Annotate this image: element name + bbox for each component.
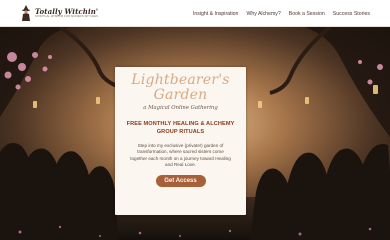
brand-logo[interactable]: Totally Witchin' Spiritual Wisdom for Mo… (20, 0, 98, 27)
brand-name: Totally Witchin' (35, 6, 99, 16)
hero-section: Lightbearer's Garden a Magical Online Ga… (0, 27, 390, 240)
hero-description: Step into my exclusive (private!) garden… (130, 143, 231, 168)
nav-insight-inspiration[interactable]: Insight & Inspiration (193, 11, 239, 17)
witch-silhouette-icon (22, 5, 30, 21)
get-access-button[interactable]: Get Access (155, 174, 206, 187)
hero-subtitle: a Magical Online Gathering (143, 105, 218, 111)
hero-heading: FREE MONTHLY HEALING & ALCHEMY GROUP RIT… (126, 121, 235, 135)
hero-title: Lightbearer's Garden (131, 72, 230, 103)
site-header: Totally Witchin' Spiritual Wisdom for Mo… (0, 0, 390, 27)
main-nav: Insight & Inspiration Why Alchemy? Book … (193, 0, 370, 27)
hero-card: Lightbearer's Garden a Magical Online Ga… (115, 67, 246, 215)
nav-success-stories[interactable]: Success Stories (333, 11, 370, 17)
nav-book-session[interactable]: Book a Session (289, 11, 325, 17)
nav-why-alchemy[interactable]: Why Alchemy? (246, 11, 280, 17)
brand-tagline: Spiritual Wisdom for Modern Witches (35, 14, 99, 18)
